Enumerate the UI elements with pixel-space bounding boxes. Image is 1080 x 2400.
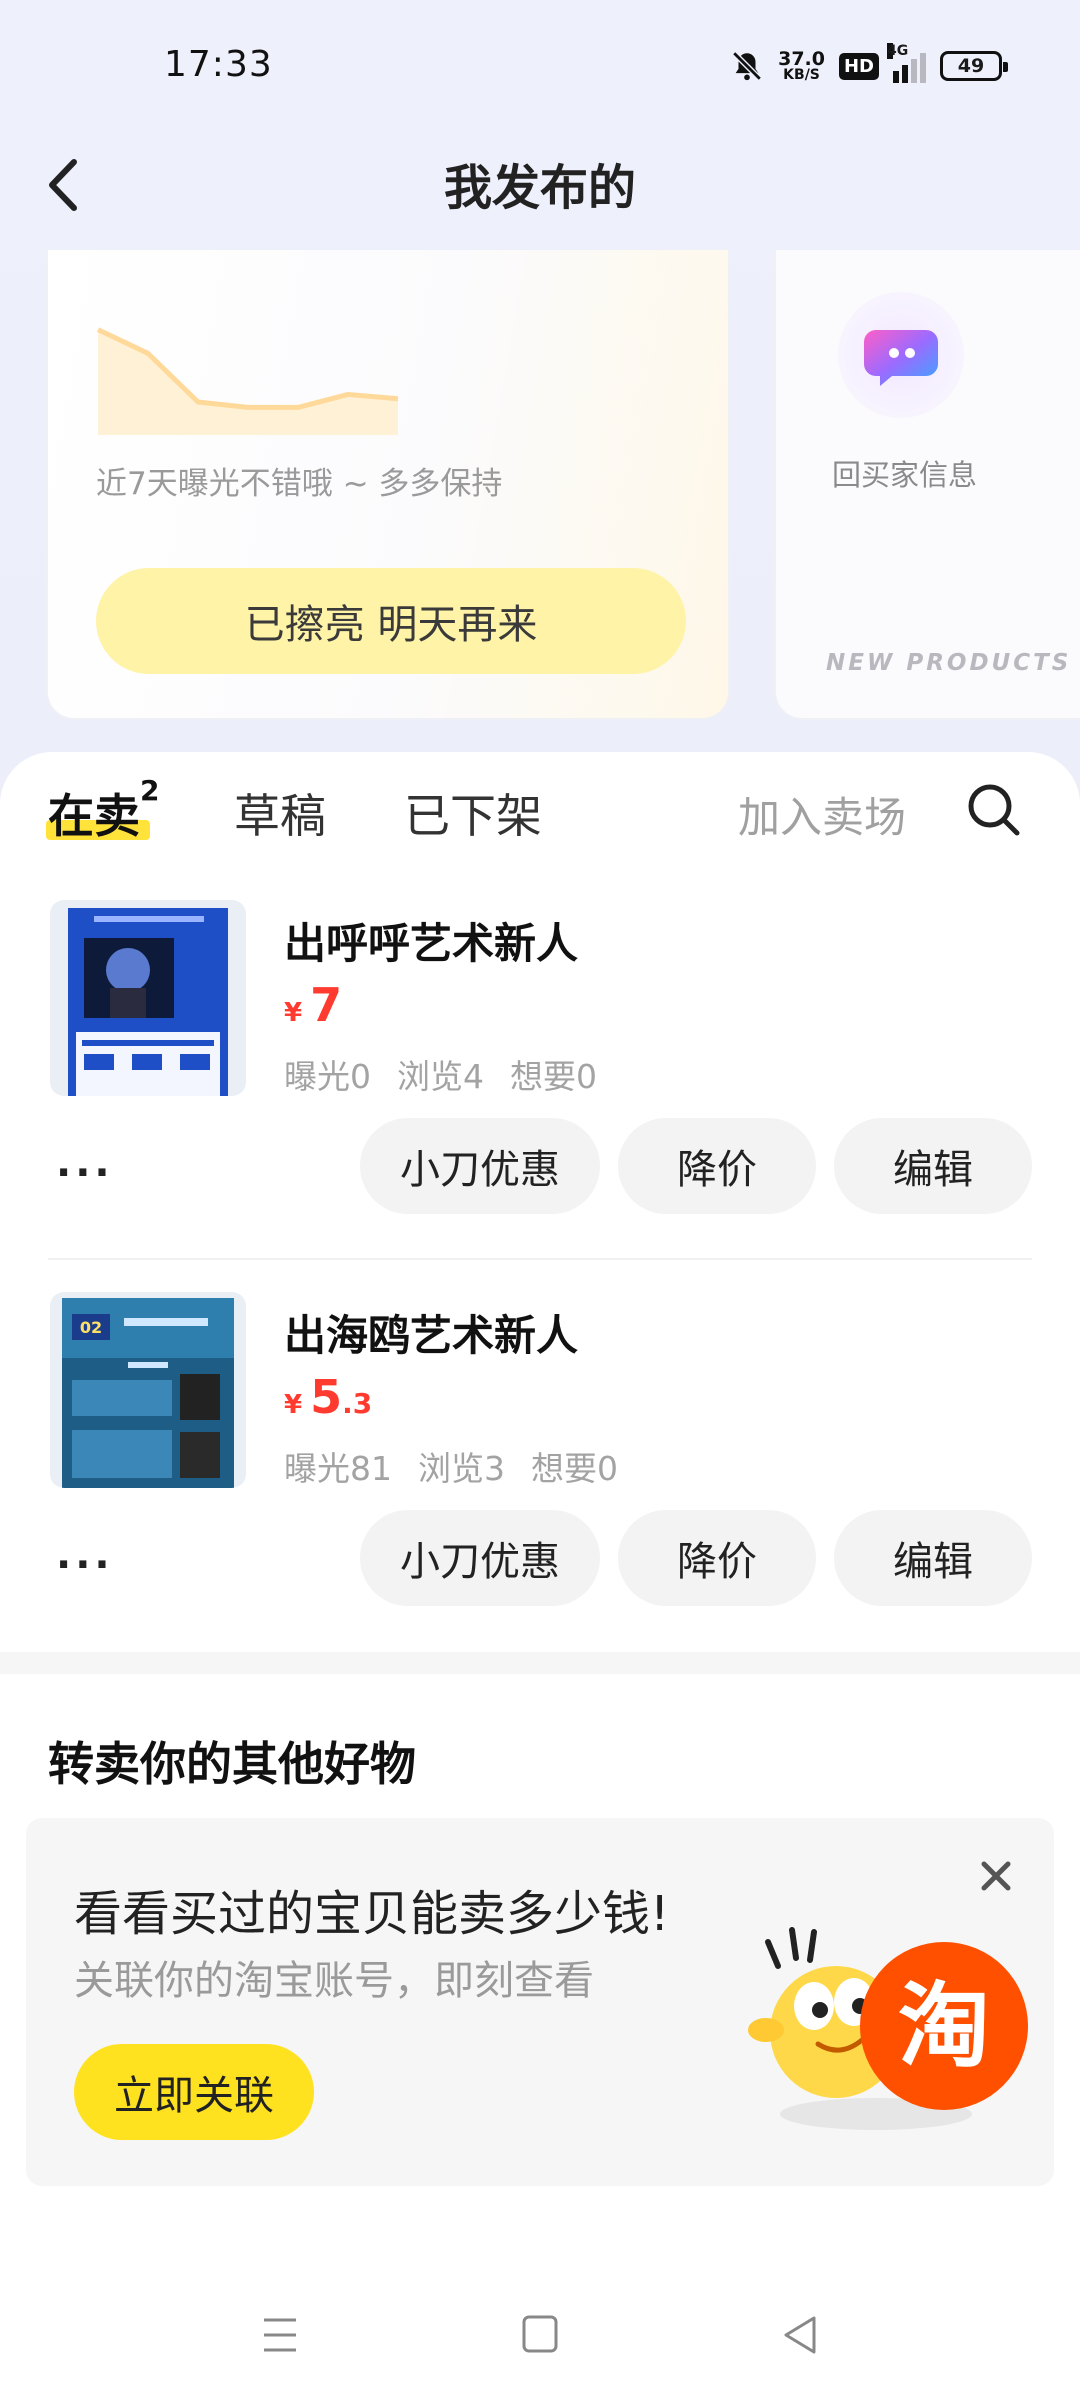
stat-views: 浏览4 xyxy=(397,1057,484,1096)
stat-exposure: 曝光0 xyxy=(284,1057,371,1096)
battery-level: 49 xyxy=(957,55,985,77)
item-price: ¥5.3 xyxy=(284,1370,372,1424)
item-price: ¥7 xyxy=(284,978,342,1032)
taobao-link-promo: 看看买过的宝贝能卖多少钱! 关联你的淘宝账号，即刻查看 立即关联 淘 xyxy=(26,1818,1054,2186)
item-thumbnail-image: 02 xyxy=(62,1298,234,1488)
tab-drafts[interactable]: 草稿 xyxy=(234,780,326,846)
chat-bubble-icon-wrap xyxy=(838,292,964,418)
thumb-badge: 02 xyxy=(80,1318,102,1337)
reply-buyer-card[interactable]: 回买家信息 NEW PRODUCTS CO xyxy=(774,250,1080,720)
page-title: 我发布的 xyxy=(443,160,636,216)
price-currency: ¥ xyxy=(284,1390,303,1420)
status-bar: 17:33 37.0 KB/S HD 4G 49 xyxy=(0,0,1080,130)
tab-on-sale[interactable]: 在卖2 xyxy=(46,774,159,846)
stat-wants: 想要0 xyxy=(510,1057,597,1096)
system-nav-bar xyxy=(0,2290,1080,2380)
item-thumbnail-image xyxy=(68,908,228,1096)
coupon-button[interactable]: 小刀优惠 xyxy=(360,1510,600,1606)
resell-section-title: 转卖你的其他好物 xyxy=(48,1737,416,1791)
shine-button[interactable]: 已擦亮 明天再来 xyxy=(96,568,686,674)
more-options-button[interactable]: ··· xyxy=(56,1542,114,1588)
network-type: 4G xyxy=(887,43,909,59)
edit-button[interactable]: 编辑 xyxy=(834,1510,1032,1606)
link-now-button[interactable]: 立即关联 xyxy=(74,2044,314,2140)
search-button[interactable] xyxy=(964,780,1024,840)
chat-bubble-icon xyxy=(864,330,938,386)
listing-item[interactable]: 出呼呼艺术新人 ¥7 曝光0 浏览4 想要0 ··· 小刀优惠 降价 编辑 xyxy=(0,900,1080,1290)
back-triangle-icon xyxy=(784,2316,816,2354)
close-icon xyxy=(981,1861,1011,1891)
new-products-banner: NEW PRODUCTS CO xyxy=(826,650,1080,676)
reply-buyer-label: 回买家信息 xyxy=(832,458,978,492)
status-icons: 37.0 KB/S HD 4G 49 xyxy=(730,43,1008,86)
stat-exposure: 曝光81 xyxy=(284,1449,392,1488)
item-divider xyxy=(48,1258,1032,1260)
item-title: 出呼呼艺术新人 xyxy=(284,919,579,968)
taobao-char: 淘 xyxy=(898,1973,990,2080)
mute-bell-icon xyxy=(732,51,762,81)
battery-icon: 49 xyxy=(940,51,1008,81)
edit-button[interactable]: 编辑 xyxy=(834,1118,1032,1214)
promo-title: 看看买过的宝贝能卖多少钱! xyxy=(74,1886,670,1942)
section-divider xyxy=(0,1652,1080,1674)
signal-icon: 4G xyxy=(887,43,926,83)
more-options-button[interactable]: ··· xyxy=(56,1150,114,1196)
taobao-mascot-icon: 淘 xyxy=(748,1927,1028,2130)
close-button[interactable] xyxy=(976,1856,1016,1896)
clock: 17:33 xyxy=(164,44,273,85)
join-market-link[interactable]: 加入卖场 xyxy=(738,784,906,845)
tab-on-sale-label: 在卖 xyxy=(48,789,140,843)
price-currency: ¥ xyxy=(284,998,303,1028)
search-icon xyxy=(968,784,1020,836)
stat-wants: 想要0 xyxy=(531,1449,618,1488)
home-square-icon xyxy=(522,2315,558,2353)
item-thumbnail[interactable] xyxy=(50,900,246,1096)
item-thumbnail[interactable]: 02 xyxy=(50,1292,246,1488)
price-integer: 7 xyxy=(310,978,343,1032)
reduce-price-button[interactable]: 降价 xyxy=(618,1118,816,1214)
exposure-trend-chart xyxy=(96,327,399,435)
item-stats: 曝光0 浏览4 想要0 xyxy=(284,1050,623,1098)
net-speed-unit: KB/S xyxy=(783,67,820,83)
exposure-card: 近7天曝光不错哦 ~ 多多保持 已擦亮 明天再来 xyxy=(46,250,730,720)
stat-views: 浏览3 xyxy=(418,1449,505,1488)
menu-button[interactable] xyxy=(250,2310,310,2360)
system-back-button[interactable] xyxy=(770,2310,830,2360)
net-speed: 37.0 KB/S xyxy=(778,48,825,83)
exposure-note: 近7天曝光不错哦 ~ 多多保持 xyxy=(96,466,503,502)
home-button[interactable] xyxy=(510,2310,570,2360)
promo-subtitle: 关联你的淘宝账号，即刻查看 xyxy=(74,1958,594,2004)
tab-removed[interactable]: 已下架 xyxy=(404,780,542,846)
item-title: 出海鸥艺术新人 xyxy=(284,1311,579,1360)
coupon-button[interactable]: 小刀优惠 xyxy=(360,1118,600,1214)
tab-on-sale-count: 2 xyxy=(140,773,160,807)
listing-item[interactable]: 02 出海鸥艺术新人 ¥5.3 曝光81 浏览3 想要0 ··· 小刀优惠 降价 编… xyxy=(0,1292,1080,1682)
listing-tabs: 在卖2 草稿 已下架 加入卖场 xyxy=(0,774,1080,850)
price-integer: 5 xyxy=(310,1370,343,1424)
price-decimal: .3 xyxy=(342,1387,373,1420)
trend-area xyxy=(98,329,398,435)
net-speed-value: 37.0 xyxy=(778,48,825,70)
item-stats: 曝光81 浏览3 想要0 xyxy=(284,1442,644,1490)
reduce-price-button[interactable]: 降价 xyxy=(618,1510,816,1606)
hd-badge: HD xyxy=(838,52,879,80)
menu-icon xyxy=(264,2318,296,2352)
